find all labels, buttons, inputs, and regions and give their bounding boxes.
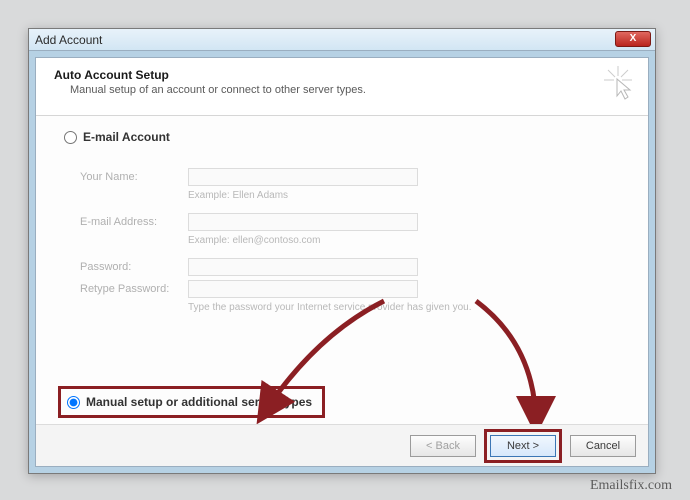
header-subtitle: Manual setup of an account or connect to…: [70, 84, 630, 96]
annotation-arrow-2-icon: [466, 296, 576, 436]
password-hint: Type the password your Internet service …: [188, 302, 628, 313]
highlight-box-next: Next >: [484, 429, 562, 463]
wizard-body: E-mail Account Your Name: Example: Ellen…: [36, 116, 648, 424]
email-input[interactable]: [188, 213, 418, 231]
radio-email-account[interactable]: [64, 131, 77, 144]
email-hint: Example: ellen@contoso.com: [188, 235, 628, 246]
highlight-box-option2: Manual setup or additional server types: [58, 386, 325, 418]
back-button[interactable]: < Back: [410, 435, 476, 457]
wizard-footer: < Back Next > Cancel: [36, 424, 648, 466]
name-hint: Example: Ellen Adams: [188, 190, 628, 201]
header-title: Auto Account Setup: [54, 68, 630, 82]
name-input[interactable]: [188, 168, 418, 186]
email-fields: Your Name: Example: Ellen Adams E-mail A…: [80, 168, 628, 313]
dialog-window: Add Account X Auto Account Setup Manual …: [28, 28, 656, 474]
wizard-header: Auto Account Setup Manual setup of an ac…: [36, 58, 648, 116]
name-label: Your Name:: [80, 171, 188, 183]
watermark: Emailsfix.com: [590, 478, 672, 494]
radio-manual-setup[interactable]: [67, 396, 80, 409]
titlebar[interactable]: Add Account X: [29, 29, 655, 51]
password-label: Password:: [80, 261, 188, 273]
option-manual-setup[interactable]: Manual setup or additional server types: [67, 395, 312, 409]
password-input[interactable]: [188, 258, 418, 276]
window-title: Add Account: [35, 33, 102, 47]
cursor-starburst-icon: [604, 66, 634, 100]
retype-label: Retype Password:: [80, 283, 188, 295]
close-button[interactable]: X: [615, 31, 651, 47]
cancel-button[interactable]: Cancel: [570, 435, 636, 457]
option-manual-label: Manual setup or additional server types: [86, 395, 312, 409]
email-label: E-mail Address:: [80, 216, 188, 228]
next-button[interactable]: Next >: [490, 435, 556, 457]
client-area: Auto Account Setup Manual setup of an ac…: [35, 57, 649, 467]
option-email-label: E-mail Account: [83, 130, 170, 144]
retype-password-input[interactable]: [188, 280, 418, 298]
option-email-account[interactable]: E-mail Account: [64, 130, 628, 144]
